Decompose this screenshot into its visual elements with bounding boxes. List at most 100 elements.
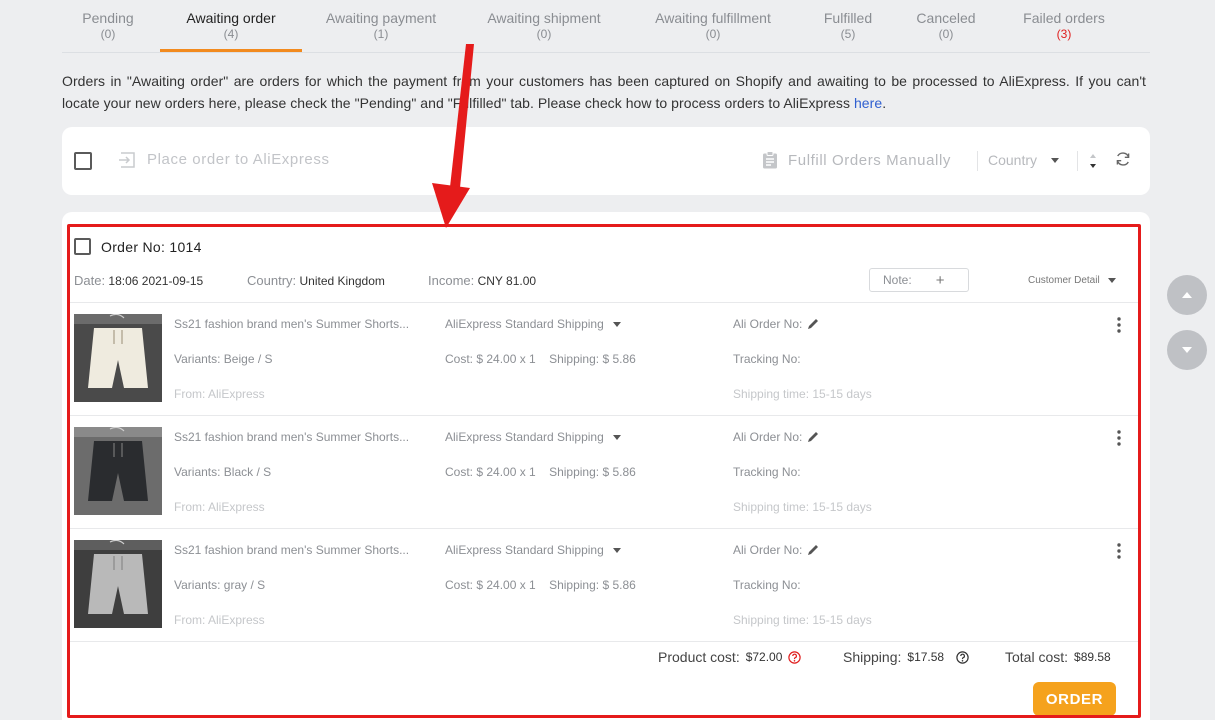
shipping-method-select[interactable]: AliExpress Standard Shipping: [445, 430, 621, 444]
tab-fulfilled[interactable]: Fulfilled (5): [818, 10, 878, 41]
product-thumbnail[interactable]: [74, 427, 162, 515]
tab-awaiting-fulfillment[interactable]: Awaiting fulfillment (0): [648, 10, 778, 41]
select-all-checkbox[interactable]: [74, 152, 92, 170]
customer-detail-toggle[interactable]: Customer Detail: [1028, 275, 1116, 286]
order-status-tabs: Pending (0) Awaiting order (4) Awaiting …: [62, 0, 1150, 53]
chevron-down-icon: [1051, 157, 1060, 163]
product-variant: Variants: Beige / S: [174, 352, 273, 366]
product-source: From: AliExpress: [174, 387, 265, 401]
shipping-time: Shipping time: 15-15 days: [733, 500, 872, 514]
tab-label: Pending: [82, 10, 134, 26]
country-label: Country:: [247, 273, 297, 288]
item-shipping-cost: Shipping: $ 5.86: [549, 352, 636, 366]
shipping-total-label: Shipping:: [843, 649, 902, 665]
edit-icon[interactable]: [806, 317, 820, 331]
tab-count: (5): [840, 27, 856, 41]
note-label: Note:: [883, 273, 912, 287]
scroll-up-button[interactable]: [1167, 275, 1207, 315]
tracking-number: Tracking No:: [733, 352, 801, 366]
toolbar-divider: [977, 151, 978, 171]
product-variant: Variants: gray / S: [174, 578, 266, 592]
chevron-down-icon: [612, 547, 621, 553]
more-options-icon[interactable]: [1115, 316, 1123, 334]
shipping-method-select[interactable]: AliExpress Standard Shipping: [445, 543, 621, 557]
unit-cost: Cost: $ 24.00 x 1: [445, 578, 536, 592]
place-order-label: Place order to AliExpress: [147, 151, 330, 168]
order-checkbox[interactable]: [74, 238, 91, 255]
product-source: From: AliExpress: [174, 500, 265, 514]
country-filter-label: Country: [988, 152, 1038, 168]
tab-label: Failed orders: [1023, 10, 1105, 26]
tab-awaiting-order[interactable]: Awaiting order (4): [170, 10, 292, 41]
shipping-method-label: AliExpress Standard Shipping: [445, 430, 604, 444]
sort-icon[interactable]: [1088, 151, 1098, 171]
product-cost-total: Product cost: $72.00: [658, 649, 802, 665]
place-order-button[interactable]: Place order to AliExpress: [118, 151, 330, 168]
date-label: Date:: [74, 273, 106, 288]
description-end: .: [882, 95, 887, 111]
shipping-method-label: AliExpress Standard Shipping: [445, 317, 604, 331]
tab-label: Awaiting fulfillment: [655, 10, 771, 26]
clipboard-icon: [763, 151, 777, 169]
product-cost-value: $72.00: [745, 650, 783, 664]
ali-order-label: Ali Order No:: [733, 317, 803, 331]
tab-label: Awaiting order: [186, 10, 276, 26]
product-thumbnail[interactable]: [74, 540, 162, 628]
refresh-icon[interactable]: [1115, 151, 1131, 167]
scroll-down-button[interactable]: [1167, 330, 1207, 370]
shipping-time: Shipping time: 15-15 days: [733, 387, 872, 401]
shipping-total: Shipping: $17.58: [843, 649, 969, 665]
tab-canceled[interactable]: Canceled (0): [914, 10, 978, 41]
here-link[interactable]: here: [854, 95, 882, 111]
active-tab-indicator: [160, 49, 302, 52]
fulfill-orders-manually-button[interactable]: Fulfill Orders Manually: [762, 151, 951, 169]
product-cost-label: Product cost:: [658, 649, 740, 665]
chevron-down-icon: [612, 321, 621, 327]
tab-count: (4): [223, 27, 239, 41]
description-text: Orders in "Awaiting order" are orders fo…: [62, 73, 1146, 111]
product-title[interactable]: Ss21 fashion brand men's Summer Shorts..…: [174, 430, 409, 444]
tab-pending[interactable]: Pending (0): [82, 10, 134, 41]
order-item-row: Ss21 fashion brand men's Summer Shorts..…: [62, 415, 1150, 528]
total-cost-label: Total cost:: [1005, 649, 1069, 665]
product-thumbnail[interactable]: [74, 314, 162, 402]
tab-awaiting-payment[interactable]: Awaiting payment (1): [320, 10, 442, 41]
tab-failed-orders[interactable]: Failed orders (3): [1020, 10, 1108, 41]
unit-cost: Cost: $ 24.00 x 1: [445, 352, 536, 366]
unit-cost: Cost: $ 24.00 x 1: [445, 465, 536, 479]
income-value: CNY 81.00: [477, 274, 537, 288]
tab-label: Awaiting shipment: [487, 10, 601, 26]
help-icon[interactable]: [788, 650, 802, 664]
total-cost-value: $89.58: [1074, 650, 1111, 664]
tab-count: (0): [938, 27, 954, 41]
tab-awaiting-shipment[interactable]: Awaiting shipment (0): [482, 10, 606, 41]
tab-label: Fulfilled: [823, 10, 873, 26]
order-country: Country: United Kingdom: [247, 273, 385, 288]
item-cost: Cost: $ 24.00 x 1 Shipping: $ 5.86: [445, 465, 636, 479]
item-cost: Cost: $ 24.00 x 1 Shipping: $ 5.86: [445, 578, 636, 592]
product-title[interactable]: Ss21 fashion brand men's Summer Shorts..…: [174, 543, 409, 557]
add-note-button[interactable]: Note: +: [869, 268, 969, 292]
tab-count: (0): [705, 27, 721, 41]
row-divider: [70, 641, 1140, 642]
awaiting-order-description: Orders in "Awaiting order" are orders fo…: [62, 70, 1146, 114]
edit-icon[interactable]: [806, 430, 820, 444]
more-options-icon[interactable]: [1115, 429, 1123, 447]
tab-label: Awaiting payment: [325, 10, 437, 26]
ali-order-number: Ali Order No:: [733, 430, 820, 444]
country-value: United Kingdom: [299, 274, 385, 288]
toolbar-divider: [1077, 151, 1078, 171]
shipping-method-label: AliExpress Standard Shipping: [445, 543, 604, 557]
order-income: Income: CNY 81.00: [428, 273, 536, 288]
product-title[interactable]: Ss21 fashion brand men's Summer Shorts..…: [174, 317, 409, 331]
order-card: Order No: 1014 Date: 18:06 2021-09-15 Co…: [62, 212, 1150, 720]
item-cost: Cost: $ 24.00 x 1 Shipping: $ 5.86: [445, 352, 636, 366]
order-button[interactable]: ORDER: [1033, 682, 1116, 716]
help-icon[interactable]: [956, 650, 969, 664]
order-date: Date: 18:06 2021-09-15: [74, 273, 203, 288]
more-options-icon[interactable]: [1115, 542, 1123, 560]
customer-detail-label: Customer Detail: [1028, 275, 1100, 286]
edit-icon[interactable]: [806, 543, 820, 557]
shipping-method-select[interactable]: AliExpress Standard Shipping: [445, 317, 621, 331]
country-filter-select[interactable]: Country: [988, 152, 1060, 168]
